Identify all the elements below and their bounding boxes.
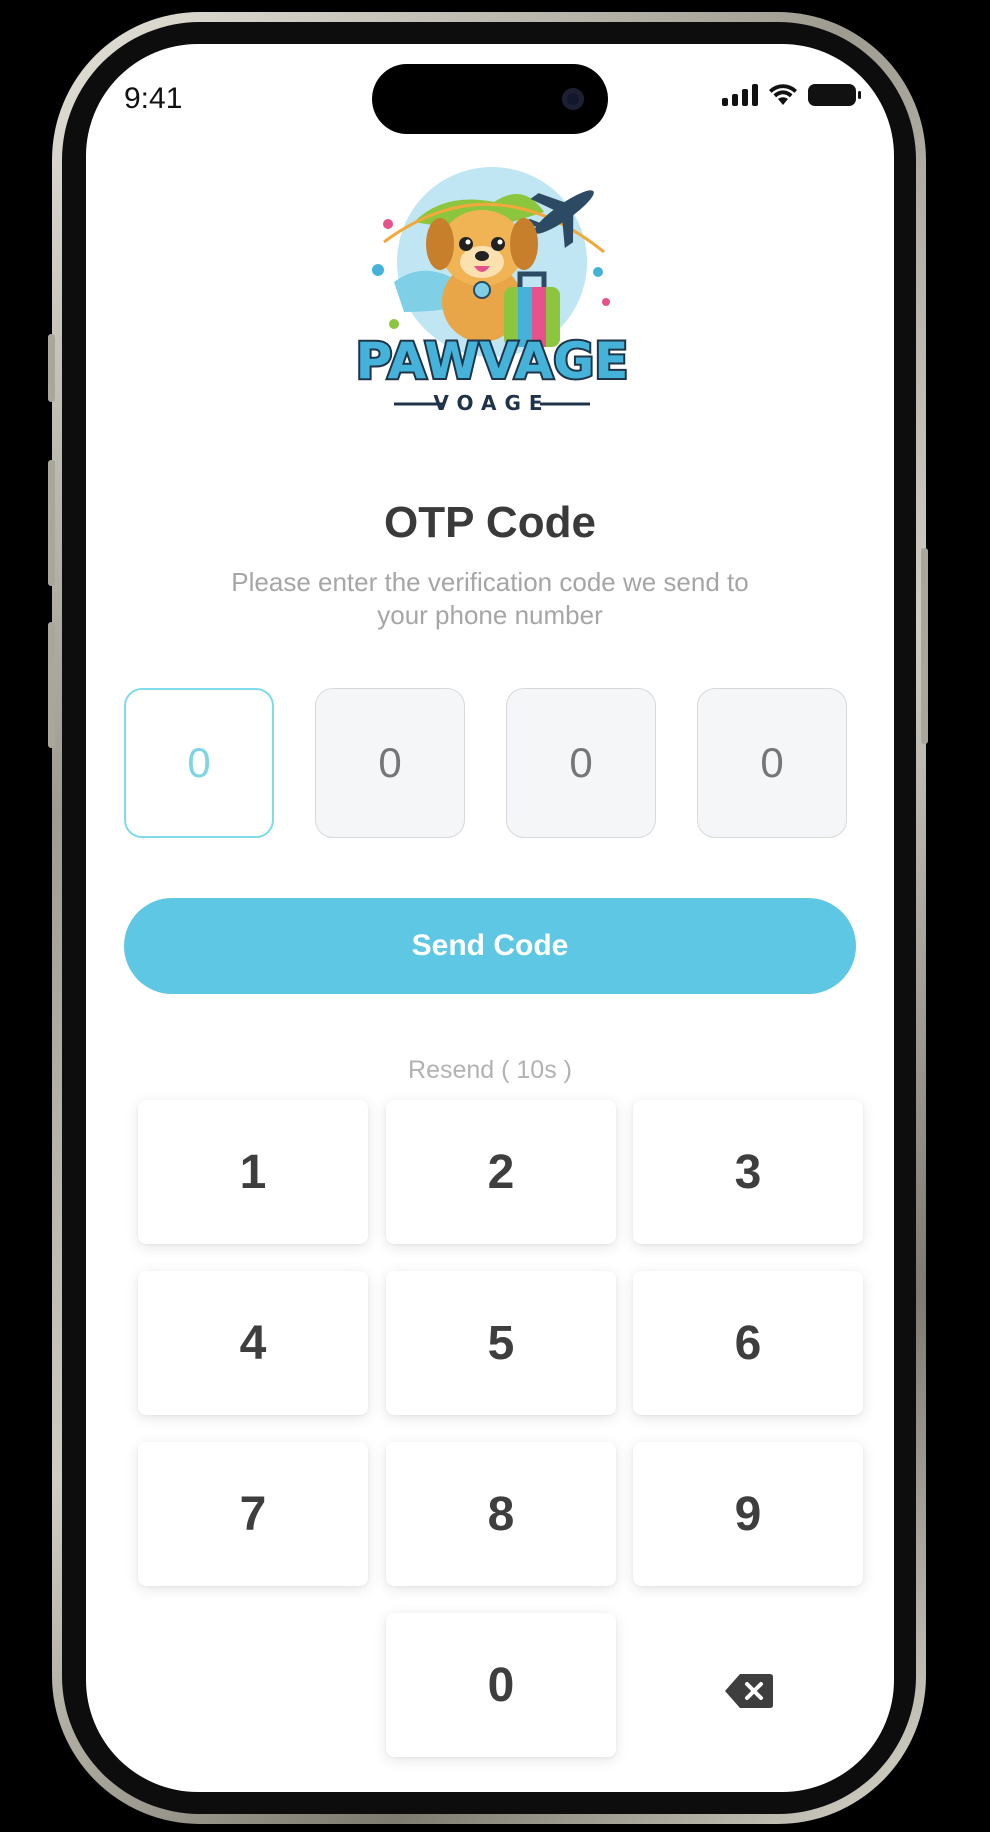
battery-icon [808,84,861,106]
app-screen: 9:41 PAWVAGE VOAGE OTP Code Please enter… [86,44,894,1792]
otp-digit-4[interactable]: 0 [697,688,847,838]
otp-digit-2[interactable]: 0 [315,688,465,838]
page-title: OTP Code [384,498,596,547]
svg-text:VOAGE: VOAGE [433,391,550,412]
keypad-key-7[interactable]: 7 [138,1442,368,1586]
otp-input-group: 0 0 0 0 [124,688,852,840]
page-subtitle: Please enter the verification code we se… [156,566,824,632]
pawvage-logo: PAWVAGE VOAGE [354,167,630,412]
front-camera [562,88,584,110]
wifi-icon [769,84,797,105]
resend-timer-link[interactable]: Resend ( 10s ) [86,1056,894,1085]
svg-text:PAWVAGE: PAWVAGE [356,332,629,390]
keypad-key-9[interactable]: 9 [633,1442,863,1586]
status-icons [722,84,861,106]
status-time: 9:41 [124,82,183,115]
power-button [921,548,928,744]
keypad-key-1[interactable]: 1 [138,1100,368,1244]
send-code-button[interactable]: Send Code [124,898,856,994]
keypad-key-5[interactable]: 5 [386,1271,616,1415]
subtitle-line-1: Please enter the verification code we se… [231,567,749,597]
backspace-icon[interactable] [724,1672,774,1710]
dynamic-island [372,64,608,134]
signal-icon [722,84,758,106]
volume-up-button [48,460,55,586]
keypad-key-2[interactable]: 2 [386,1100,616,1244]
keypad-key-0[interactable]: 0 [386,1613,616,1757]
keypad-key-8[interactable]: 8 [386,1442,616,1586]
action-button [48,334,55,402]
volume-down-button [48,622,55,748]
keypad-key-3[interactable]: 3 [633,1100,863,1244]
keypad-key-4[interactable]: 4 [138,1271,368,1415]
otp-digit-3[interactable]: 0 [506,688,656,838]
keypad-key-6[interactable]: 6 [633,1271,863,1415]
subtitle-line-2: your phone number [377,600,603,630]
otp-digit-1[interactable]: 0 [124,688,274,838]
